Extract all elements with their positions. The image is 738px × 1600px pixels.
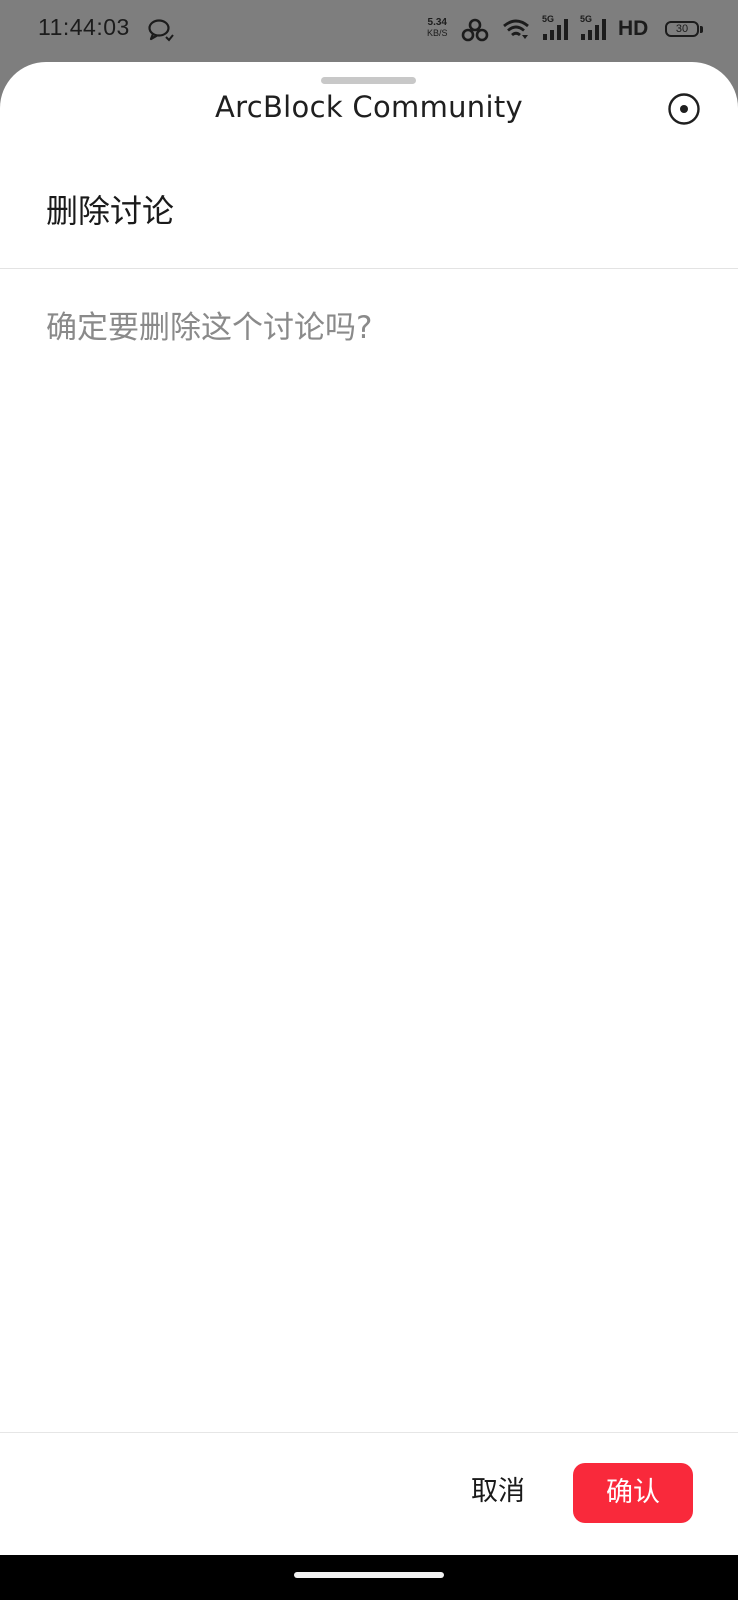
record-icon[interactable] [667,92,701,126]
hd-label: HD [618,17,649,40]
dialog-title: 删除讨论 [46,192,175,230]
status-bar: 11:44:03 5.34 KB/S 5G 5G HD 30 [0,0,738,62]
home-indicator[interactable] [294,1572,444,1578]
app-title: ArcBlock Community [215,90,523,124]
wifi-icon [503,19,529,39]
signal-icon-1: 5G [542,14,572,42]
bottom-sheet: ArcBlock Community 删除讨论 确定要删除这个讨论吗? 取消 确… [0,62,738,1555]
phone-screen: 11:44:03 5.34 KB/S 5G 5G HD 30 ArcBlock … [0,0,738,1600]
cancel-button[interactable]: 取消 [450,1462,546,1522]
drag-handle[interactable] [321,77,416,84]
battery-icon: 30 [665,21,705,39]
dialog-message: 确定要删除这个讨论吗? [46,310,373,346]
navigation-bar [0,1555,738,1600]
network-speed: 5.34 KB/S [427,17,448,39]
title-divider [0,268,738,269]
status-time: 11:44:03 [38,14,130,40]
battery-level: 30 [675,23,689,35]
message-bubble-icon [148,19,174,42]
network-speed-value: 5.34 [427,17,447,28]
hotspot-icon [461,18,489,42]
network-speed-unit: KB/S [427,28,448,38]
footer-divider [0,1432,738,1433]
signal-icon-2: 5G [580,14,610,42]
confirm-button[interactable]: 确认 [573,1463,693,1523]
hd-icon: HD [618,18,648,40]
